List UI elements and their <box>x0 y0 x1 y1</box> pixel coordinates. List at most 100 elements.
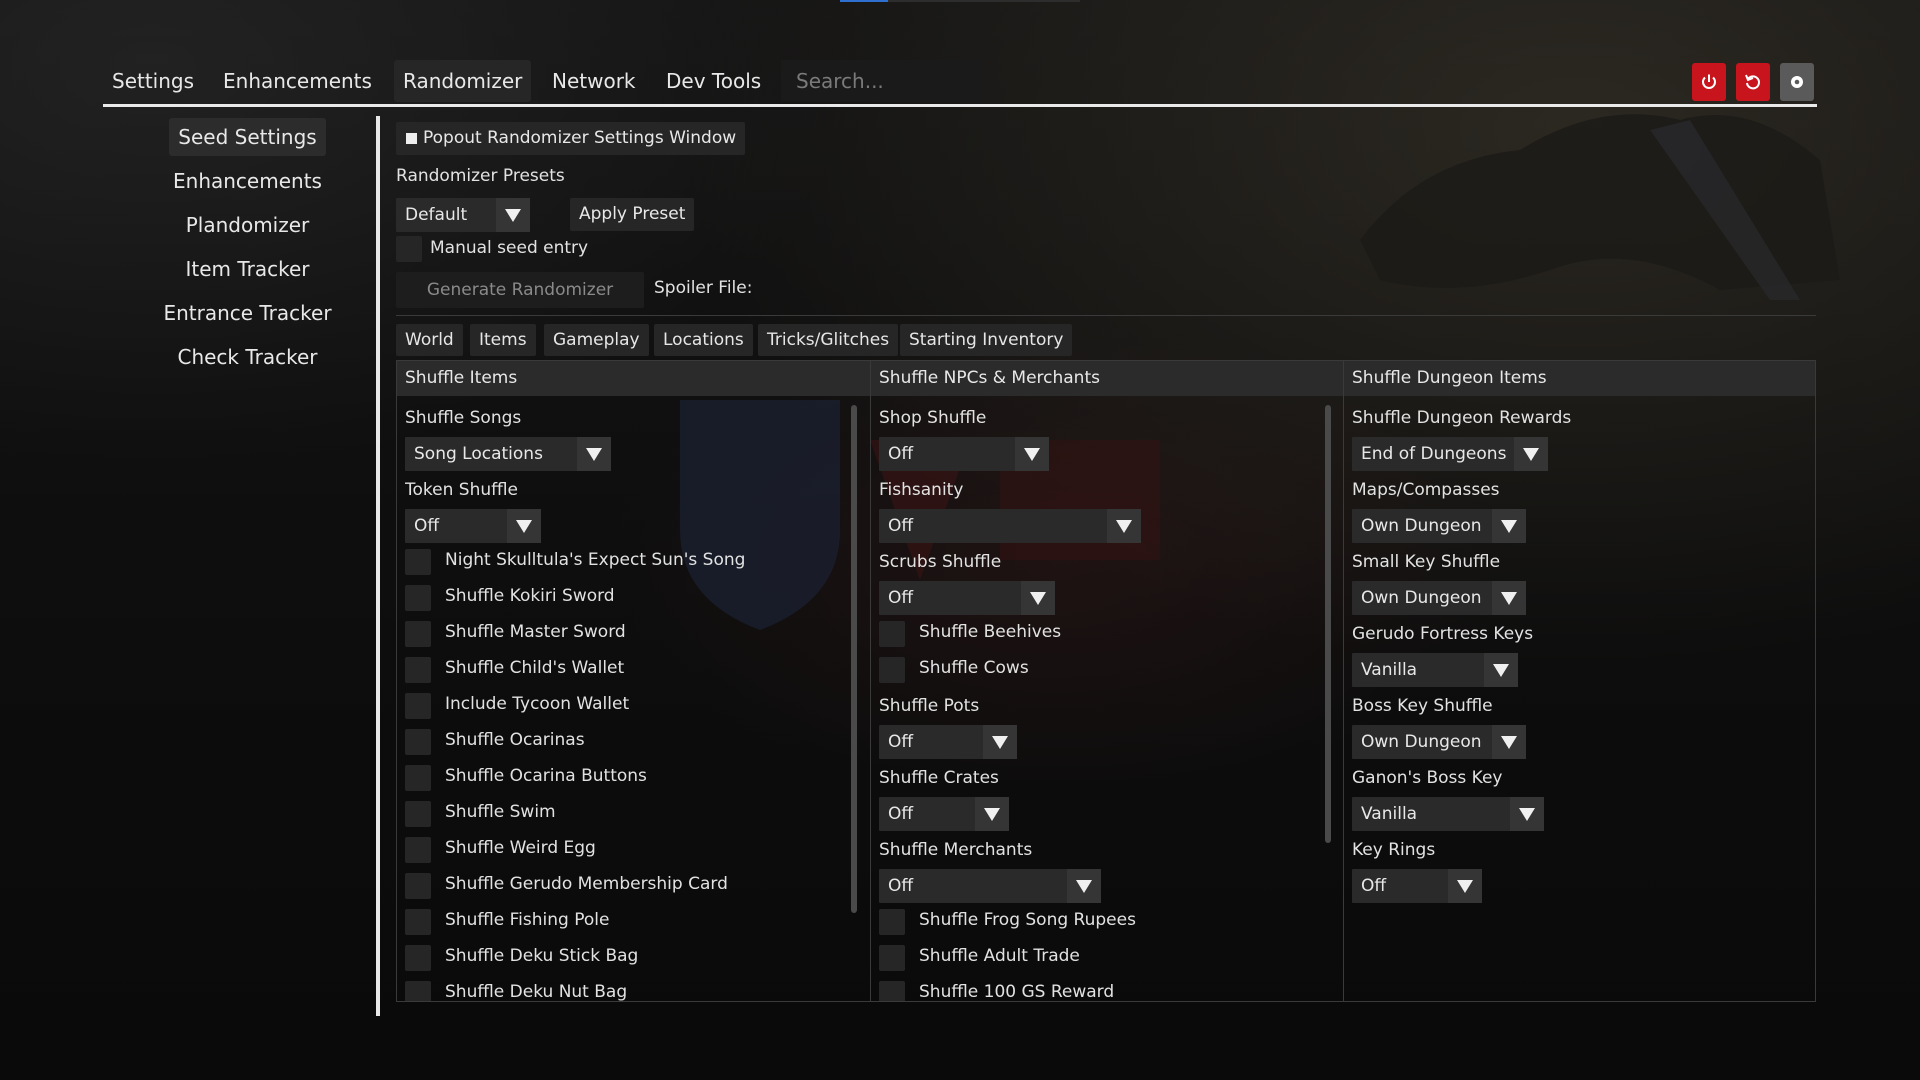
tabs-separator <box>396 315 1816 316</box>
token-shuffle-dropdown[interactable]: Off <box>405 509 541 543</box>
shuffle-songs-dropdown[interactable]: Song Locations <box>405 437 611 471</box>
column-divider <box>870 361 871 1001</box>
tab-gameplay[interactable]: Gameplay <box>544 324 649 356</box>
shuffle-pots-dropdown[interactable]: Off <box>879 725 1017 759</box>
settings-button[interactable] <box>1780 63 1814 101</box>
key-rings-label: Key Rings <box>1352 840 1436 860</box>
shop-shuffle-value: Off <box>888 444 914 464</box>
checkbox[interactable] <box>405 837 431 863</box>
shuffle-cows-label: Shuffle Cows <box>919 658 1029 678</box>
menu-enhancements[interactable]: Enhancements <box>214 60 381 102</box>
preset-dropdown[interactable]: Default <box>396 198 530 232</box>
checkbox[interactable] <box>405 801 431 827</box>
sidebar-item-item-tracker[interactable]: Item Tracker <box>160 250 335 288</box>
checkbox[interactable] <box>405 657 431 683</box>
popout-label: Popout Randomizer Settings Window <box>423 128 737 148</box>
scrubs-shuffle-value: Off <box>888 588 914 608</box>
tab-locations[interactable]: Locations <box>654 324 753 356</box>
shuffle-frog-label: Shuffle Frog Song Rupees <box>919 910 1136 930</box>
key-rings-dropdown[interactable]: Off <box>1352 869 1482 903</box>
tab-items[interactable]: Items <box>470 324 536 356</box>
dungeon-rewards-dropdown[interactable]: End of Dungeons <box>1352 437 1548 471</box>
shop-shuffle-label: Shop Shuffle <box>879 408 987 428</box>
chevron-down-icon <box>1015 437 1049 471</box>
shuffle-crates-dropdown[interactable]: Off <box>879 797 1009 831</box>
sidebar-item-seed-settings[interactable]: Seed Settings <box>169 118 326 156</box>
checkbox[interactable] <box>405 549 431 575</box>
chevron-down-icon <box>1484 653 1518 687</box>
chevron-down-icon <box>1492 725 1526 759</box>
chevron-down-icon <box>975 797 1009 831</box>
menu-network[interactable]: Network <box>543 60 645 102</box>
check-label: Shuffle Deku Stick Bag <box>445 946 639 966</box>
chevron-down-icon <box>1510 797 1544 831</box>
checkbox[interactable] <box>405 945 431 971</box>
reset-button[interactable] <box>1736 63 1770 101</box>
checkbox[interactable] <box>879 981 905 1001</box>
sidebar-item-entrance-tracker[interactable]: Entrance Tracker <box>160 294 335 332</box>
apply-preset-button[interactable]: Apply Preset <box>570 198 695 231</box>
chevron-down-icon <box>1492 509 1526 543</box>
shuffle-merchants-label: Shuffle Merchants <box>879 840 1033 860</box>
checkbox[interactable] <box>879 909 905 935</box>
chevron-down-icon <box>1492 581 1526 615</box>
maps-compasses-dropdown[interactable]: Own Dungeon <box>1352 509 1526 543</box>
checkbox[interactable] <box>879 621 905 647</box>
main-panel: Popout Randomizer Settings Window Random… <box>396 120 1816 1020</box>
fishsanity-dropdown[interactable]: Off <box>879 509 1141 543</box>
presets-label: Randomizer Presets <box>396 166 565 186</box>
check-label: Shuffle Ocarina Buttons <box>445 766 647 786</box>
power-button[interactable] <box>1692 63 1726 101</box>
search-input[interactable] <box>781 60 981 102</box>
sidebar-item-plandomizer[interactable]: Plandomizer <box>160 206 335 244</box>
sidebar-item-enhancements[interactable]: Enhancements <box>160 162 335 200</box>
checkbox[interactable] <box>405 585 431 611</box>
menu-dev-tools[interactable]: Dev Tools <box>657 60 770 102</box>
checkbox[interactable] <box>405 621 431 647</box>
small-key-shuffle-label: Small Key Shuffle <box>1352 552 1501 572</box>
checkbox[interactable] <box>879 657 905 683</box>
chevron-down-icon <box>577 437 611 471</box>
gerudo-keys-dropdown[interactable]: Vanilla <box>1352 653 1518 687</box>
gerudo-keys-label: Gerudo Fortress Keys <box>1352 624 1534 644</box>
chevron-down-icon <box>1514 437 1548 471</box>
check-label: Shuffle Gerudo Membership Card <box>445 874 728 894</box>
tab-starting-inventory[interactable]: Starting Inventory <box>900 324 1073 356</box>
menu-settings[interactable]: Settings <box>103 60 203 102</box>
checkbox[interactable] <box>405 981 431 1001</box>
checkbox[interactable] <box>405 765 431 791</box>
checkbox[interactable] <box>405 873 431 899</box>
tab-tricks-glitches[interactable]: Tricks/Glitches <box>758 324 899 356</box>
menu-randomizer[interactable]: Randomizer <box>394 60 532 102</box>
scrollbar[interactable] <box>1325 405 1331 843</box>
chevron-down-icon <box>1021 581 1055 615</box>
checkbox[interactable] <box>405 729 431 755</box>
column-header-shuffle-npcs: Shuffle NPCs & Merchants <box>871 361 1344 396</box>
scrollbar[interactable] <box>851 405 857 913</box>
shuffle-songs-value: Song Locations <box>414 444 543 464</box>
boss-key-shuffle-dropdown[interactable]: Own Dungeon <box>1352 725 1526 759</box>
ganon-boss-key-dropdown[interactable]: Vanilla <box>1352 797 1544 831</box>
check-label: Shuffle Child's Wallet <box>445 658 625 678</box>
shop-shuffle-dropdown[interactable]: Off <box>879 437 1049 471</box>
settings-icon <box>1791 76 1803 88</box>
shuffle-merchants-dropdown[interactable]: Off <box>879 869 1101 903</box>
maps-compasses-value: Own Dungeon <box>1361 516 1482 536</box>
column-header-shuffle-dungeon-items: Shuffle Dungeon Items <box>1344 361 1815 396</box>
small-key-shuffle-dropdown[interactable]: Own Dungeon <box>1352 581 1526 615</box>
shuffle-merchants-value: Off <box>888 876 914 896</box>
scrubs-shuffle-dropdown[interactable]: Off <box>879 581 1055 615</box>
checkbox[interactable] <box>405 909 431 935</box>
manual-seed-label: Manual seed entry <box>430 238 589 258</box>
settings-table: Shuffle Items Shuffle NPCs & Merchants S… <box>396 360 1816 1002</box>
generate-randomizer-button[interactable]: Generate Randomizer <box>396 272 644 308</box>
popout-button[interactable]: Popout Randomizer Settings Window <box>396 122 746 155</box>
manual-seed-checkbox[interactable] <box>396 236 422 262</box>
shuffle-dungeon-items-column: Shuffle Dungeon Rewards End of Dungeons … <box>1352 397 1812 1001</box>
shuffle-songs-label: Shuffle Songs <box>405 408 522 428</box>
tab-world[interactable]: World <box>396 324 463 356</box>
sidebar-item-check-tracker[interactable]: Check Tracker <box>160 338 335 376</box>
checkbox[interactable] <box>879 945 905 971</box>
checkbox[interactable] <box>405 693 431 719</box>
gerudo-keys-value: Vanilla <box>1361 660 1418 680</box>
